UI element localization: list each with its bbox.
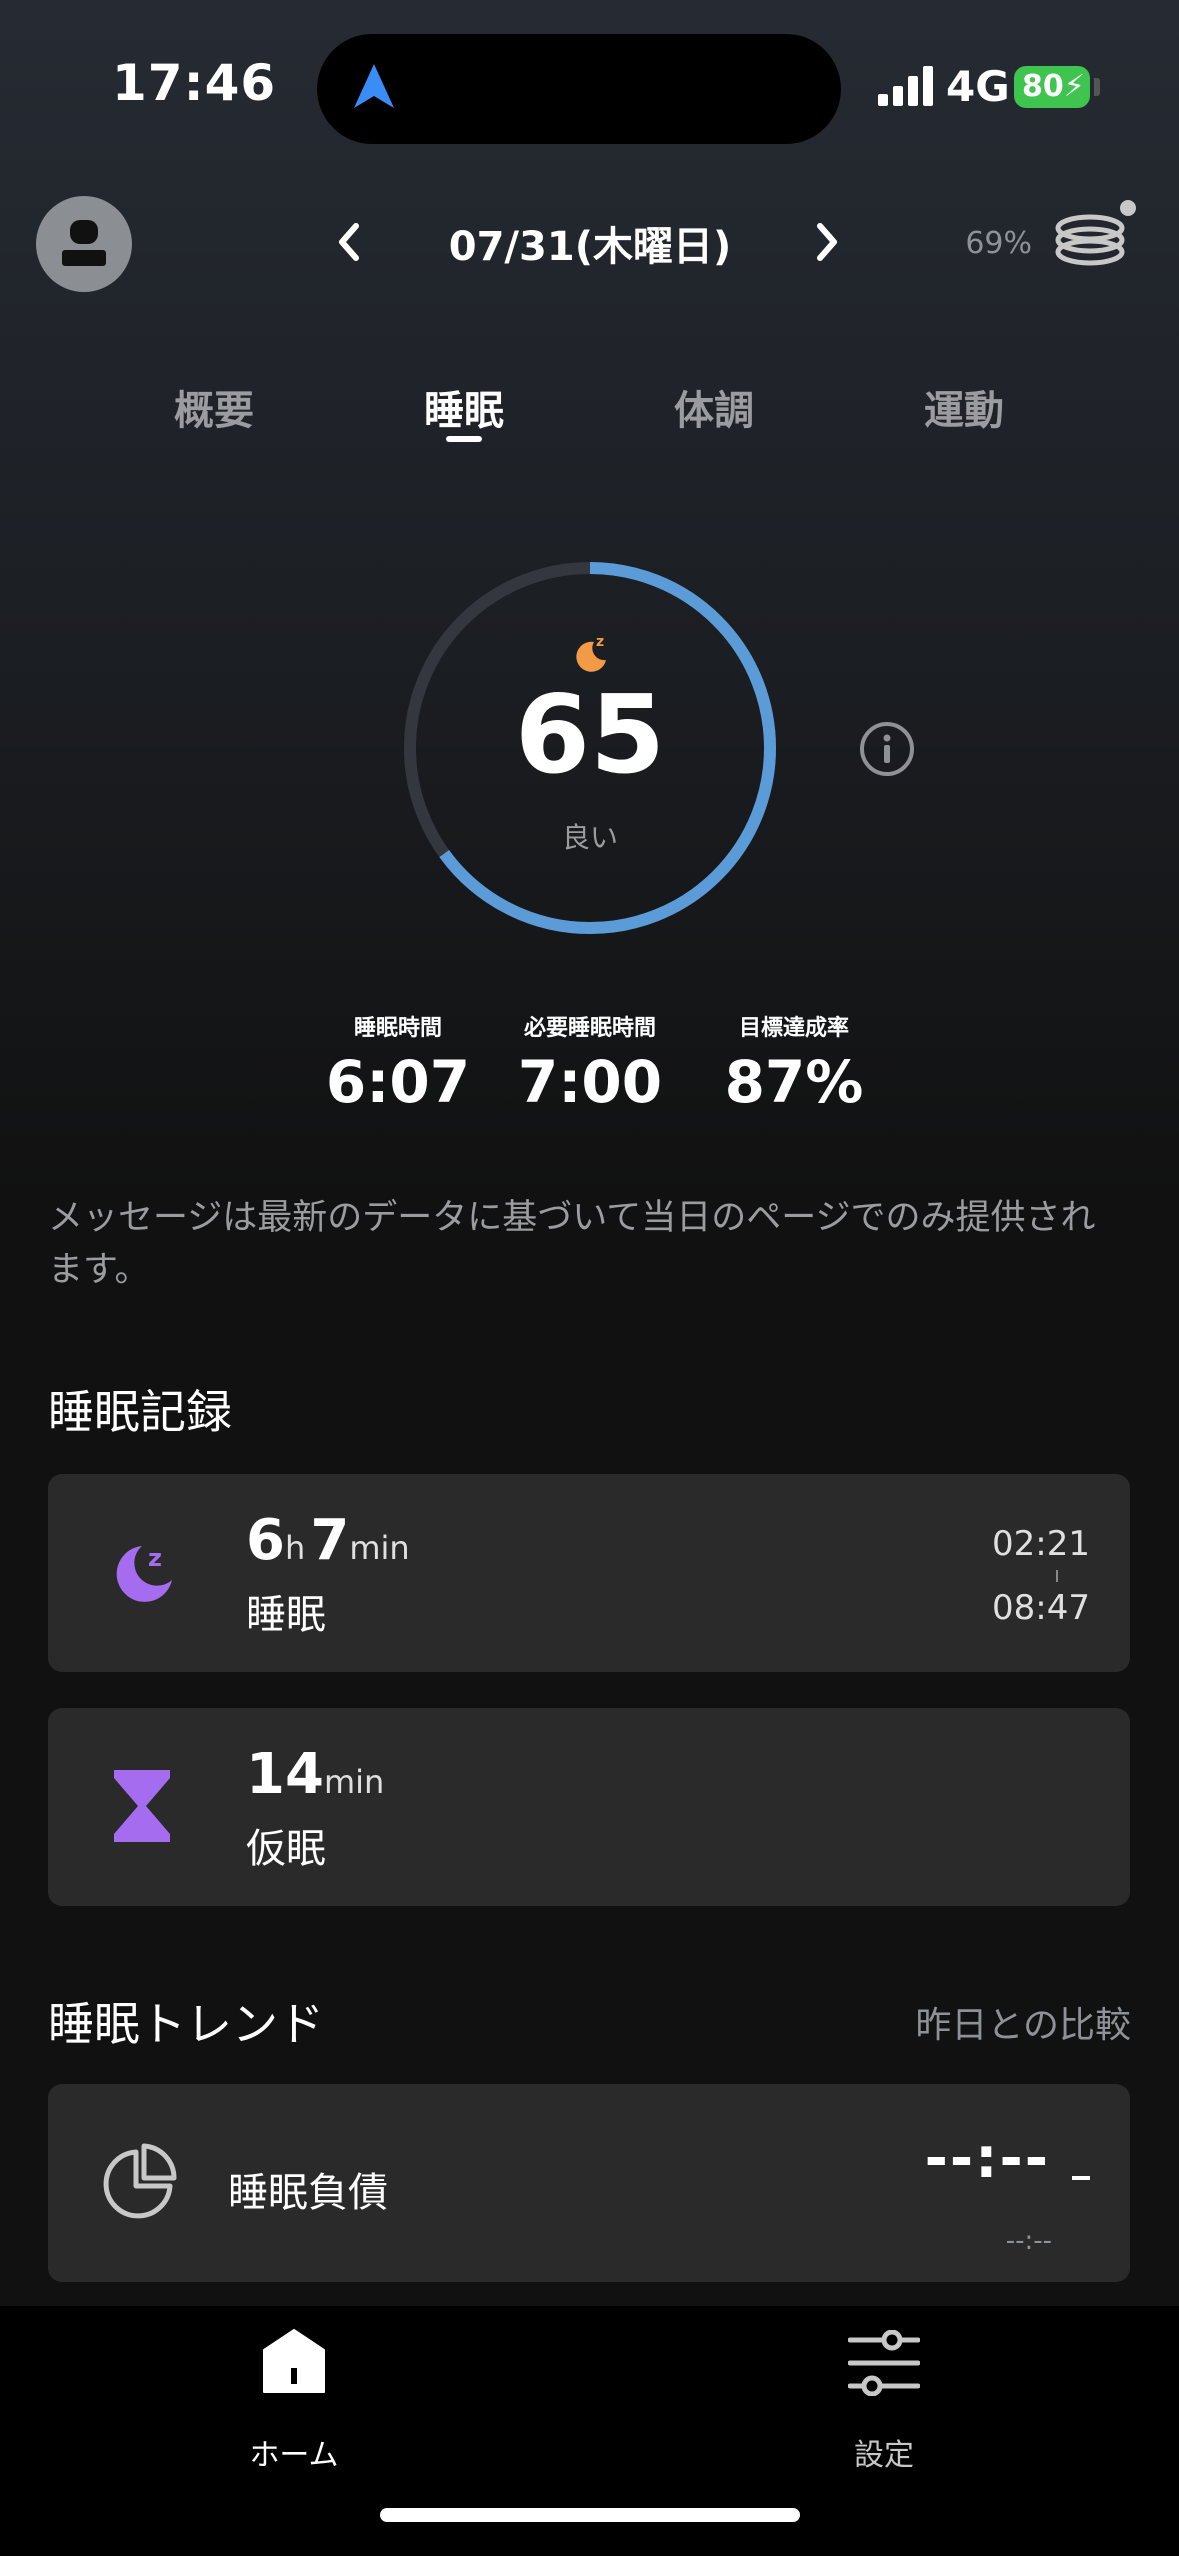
home-indicator: [380, 2508, 800, 2522]
status-time: 17:46: [112, 54, 277, 112]
tab-active-indicator: [446, 436, 482, 442]
sleep-end-time: 08:47: [992, 1588, 1090, 1628]
stat-sleep-time-label: 睡眠時間: [353, 1016, 442, 1041]
user-icon: [62, 220, 106, 266]
sleep-card[interactable]: z 6h 7min 睡眠 02:21 08:47: [48, 1474, 1130, 1672]
sleep-record-title: 睡眠記録: [48, 1385, 232, 1439]
sleep-debt-change-indicator: [1072, 2176, 1090, 2180]
sleep-debt-label: 睡眠負債: [228, 2170, 388, 2216]
stat-required-sleep-label: 必要睡眠時間: [523, 1016, 656, 1041]
stat-required-sleep-value: 7:00: [517, 1048, 663, 1116]
signal-icon: [878, 66, 933, 106]
hourglass-icon: [114, 1770, 170, 1842]
sleep-moon-icon: z: [576, 634, 606, 672]
nap-minutes-unit: min: [323, 1763, 385, 1801]
nap-duration: 14min: [246, 1742, 384, 1807]
nav-settings-label: 設定: [854, 2438, 914, 2473]
avatar[interactable]: [36, 196, 132, 292]
tab-condition[interactable]: 体調: [614, 378, 814, 436]
stat-goal-rate-label: 目標達成率: [738, 1016, 849, 1041]
smart-ring-icon[interactable]: [1052, 198, 1138, 278]
time-range-divider: [1056, 1570, 1058, 1582]
stat-goal-rate-value: 87%: [724, 1048, 864, 1116]
compare-with-yesterday-link[interactable]: 昨日との比較: [915, 1996, 1131, 2048]
chevron-left-icon[interactable]: [328, 210, 368, 274]
pie-chart-icon: [103, 2143, 177, 2219]
sleep-debt-card[interactable]: 睡眠負債 --:-- --:--: [48, 2084, 1130, 2282]
nav-settings[interactable]: 設定: [784, 2306, 984, 2506]
battery-indicator: 80⚡: [1014, 66, 1090, 108]
current-date[interactable]: 07/31(木曜日): [390, 214, 790, 272]
tab-exercise[interactable]: 運動: [864, 378, 1064, 436]
chevron-right-icon[interactable]: [808, 210, 848, 274]
svg-text:z: z: [148, 1544, 162, 1572]
sliders-icon: [848, 2330, 920, 2396]
location-arrow-icon: [354, 64, 394, 108]
nap-label: 仮眠: [246, 1826, 326, 1872]
ring-battery-percentage: 69%: [965, 226, 1032, 261]
sleep-hours: 6: [246, 1508, 285, 1573]
svg-text:z: z: [596, 634, 604, 650]
sleep-trend-title: 睡眠トレンド: [48, 1997, 324, 2051]
battery-level: 80: [1022, 69, 1064, 104]
sleep-score-value: 65: [514, 673, 666, 798]
sleep-minutes-unit: min: [349, 1529, 410, 1567]
battery-cap: [1094, 78, 1100, 96]
home-icon: [263, 2329, 325, 2393]
sleep-debt-previous-value: --:--: [1005, 2226, 1052, 2256]
sleep-start-time: 02:21: [992, 1524, 1090, 1564]
sleep-minutes: 7: [310, 1508, 350, 1573]
sleep-time-range: 02:21 08:47: [992, 1524, 1090, 1628]
sleep-hours-unit: h: [284, 1529, 306, 1567]
network-type: 4G: [946, 62, 1010, 111]
stat-sleep-time-value: 6:07: [325, 1048, 471, 1116]
sleep-label: 睡眠: [246, 1592, 326, 1638]
sleep-debt-value: --:--: [924, 2126, 1050, 2191]
info-icon[interactable]: [858, 720, 916, 778]
info-message: メッセージは最新のデータに基づいて当日のページでのみ提供されます。: [48, 1198, 1096, 1290]
sleep-duration: 6h 7min: [246, 1508, 410, 1573]
sleep-moon-icon: z: [116, 1544, 172, 1602]
charging-icon: ⚡: [1063, 69, 1085, 104]
nap-card[interactable]: 14min 仮眠: [48, 1708, 1130, 1906]
tab-sleep[interactable]: 睡眠: [364, 378, 564, 436]
tab-overview[interactable]: 概要: [114, 378, 314, 436]
nav-home[interactable]: ホーム: [194, 2306, 394, 2506]
sleep-score-label: 良い: [561, 821, 618, 854]
nap-minutes: 14: [246, 1742, 324, 1807]
nav-home-label: ホーム: [249, 2438, 339, 2473]
